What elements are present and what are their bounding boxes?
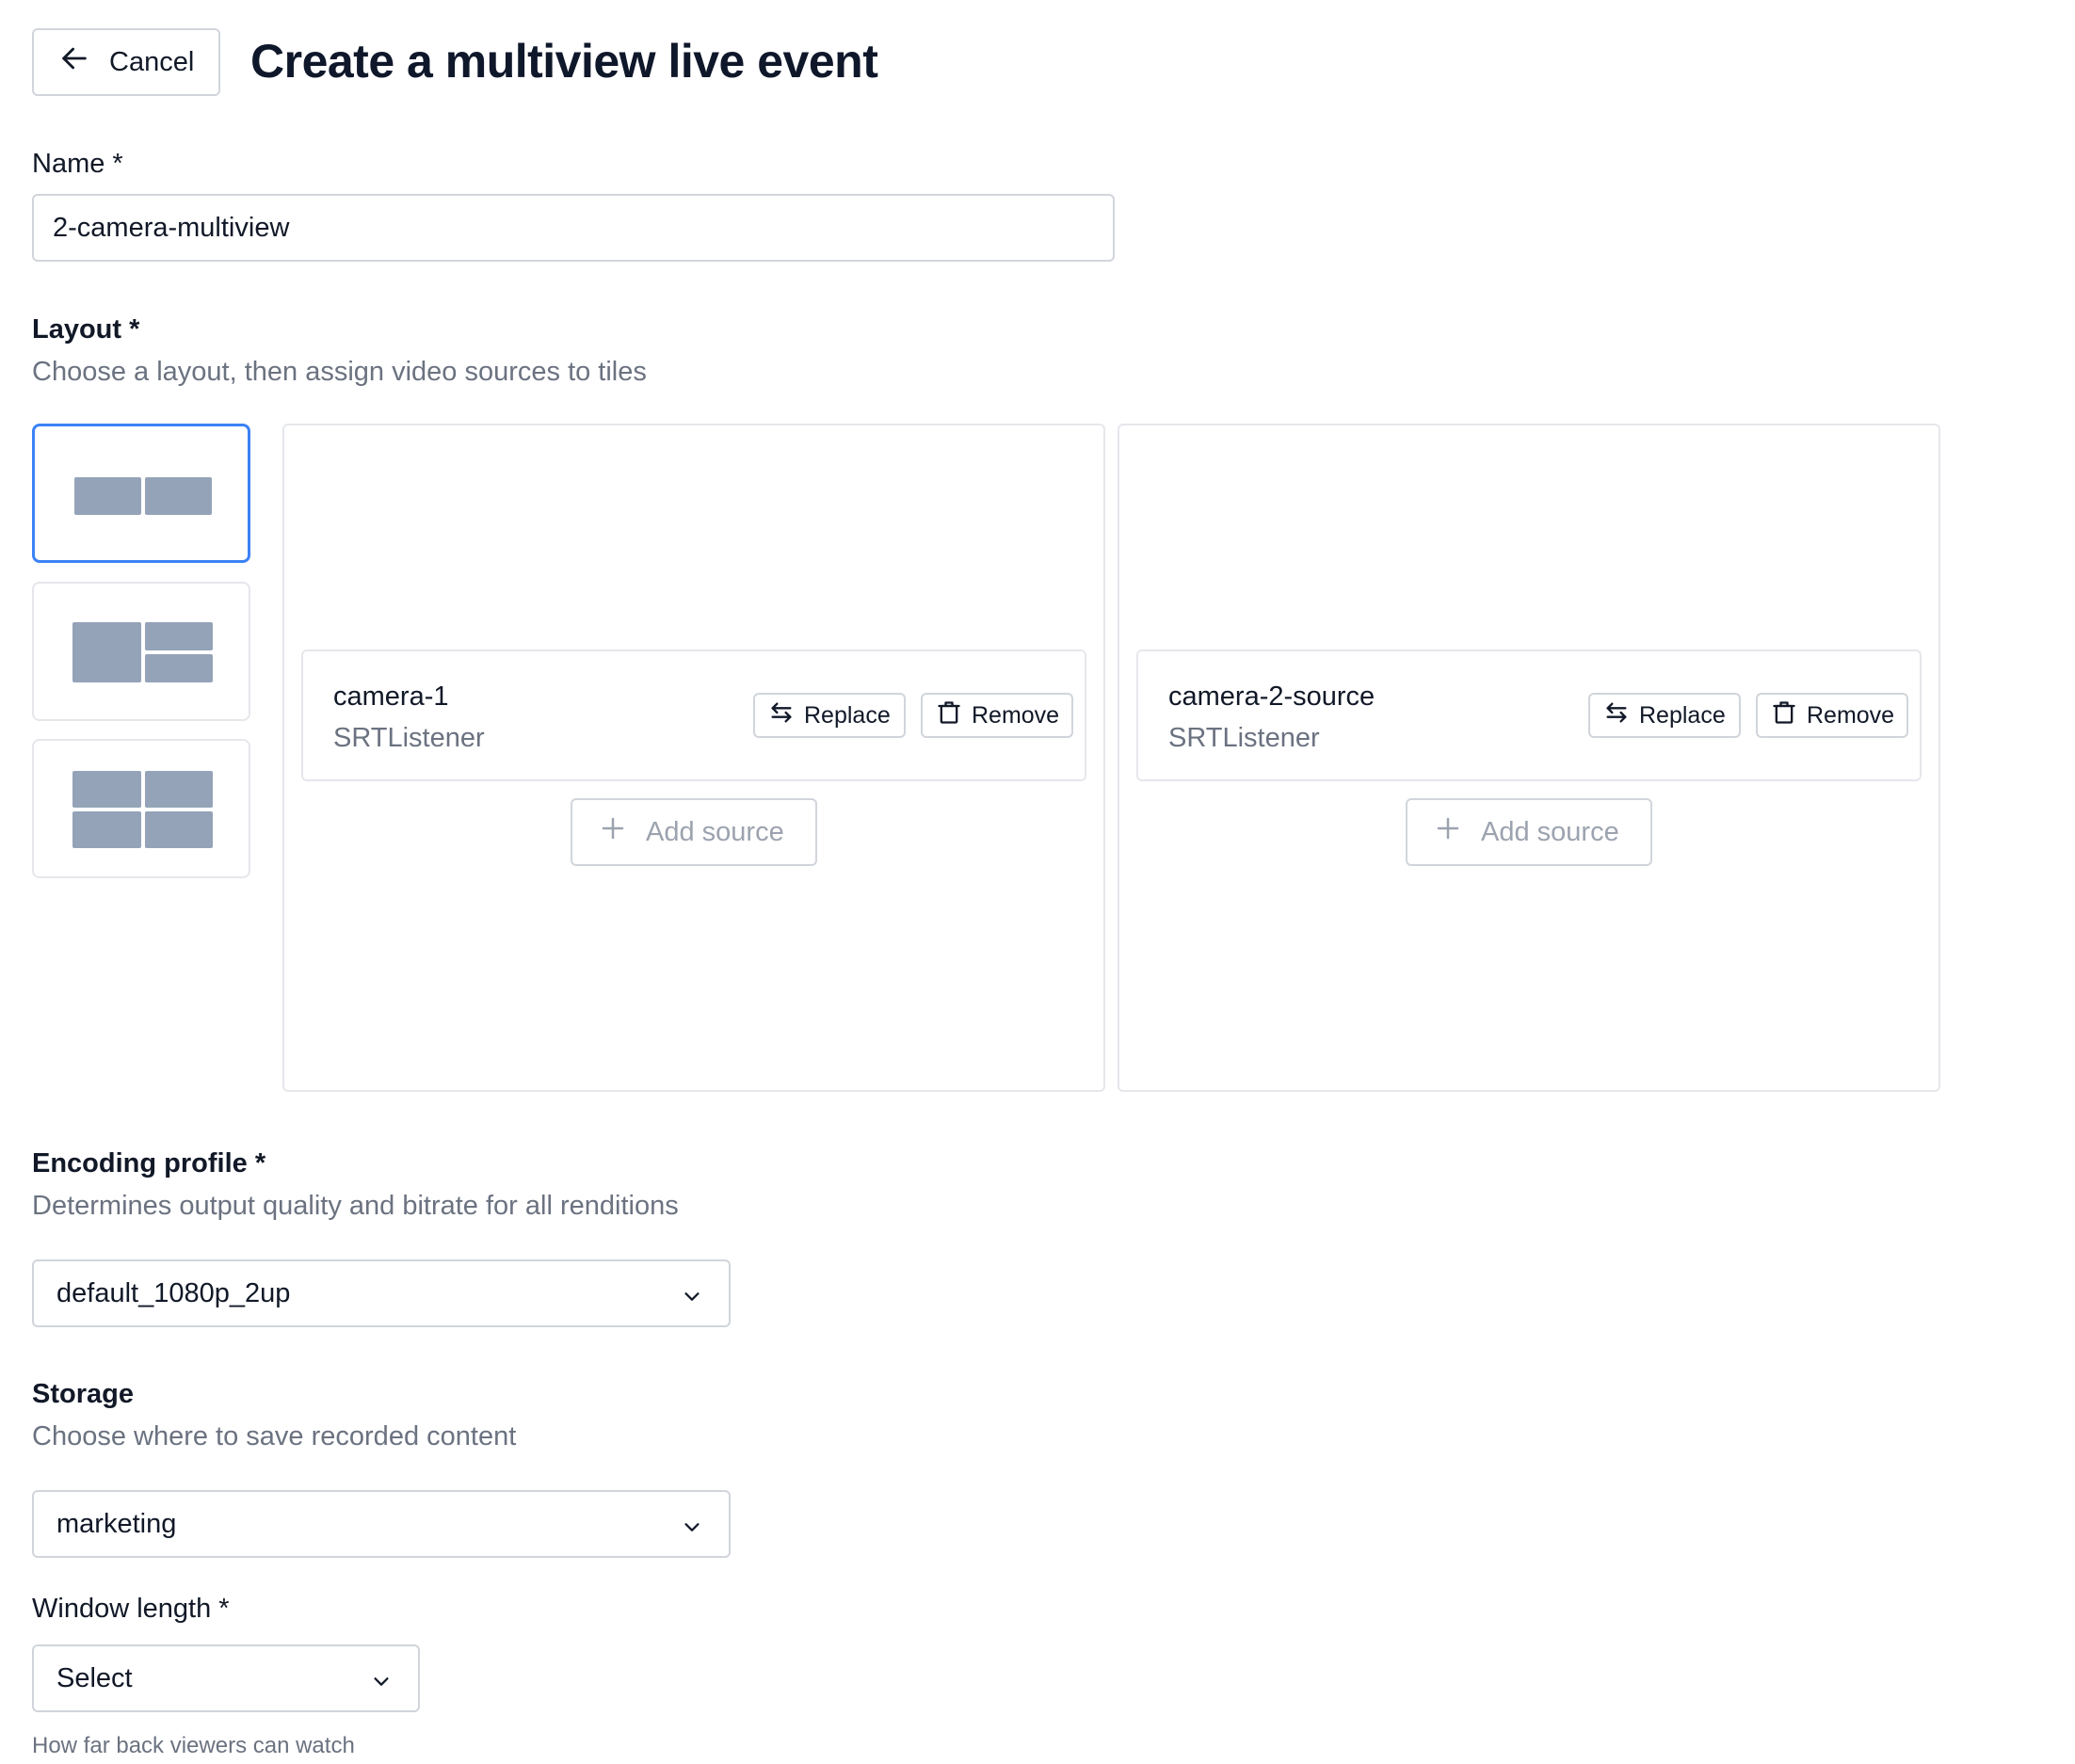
window-length-label: Window length * (32, 1594, 230, 1624)
layout-block (145, 654, 213, 682)
swap-arrows-icon (768, 699, 795, 732)
source-type: SRTListener (333, 723, 485, 753)
source-name: camera-1 (333, 682, 449, 712)
name-input-value: 2-camera-multiview (53, 212, 290, 243)
add-source-label: Add source (646, 816, 784, 847)
layout-block (145, 771, 213, 808)
storage-hint: Choose where to save recorded content (32, 1421, 517, 1451)
storage-value: marketing (56, 1508, 177, 1539)
replace-label: Replace (804, 701, 891, 729)
encoding-profile-hint: Determines output quality and bitrate fo… (32, 1191, 679, 1221)
add-source-button[interactable]: Add source (1406, 798, 1652, 866)
plus-icon (599, 814, 627, 850)
layout-block (72, 622, 141, 682)
layout-tile-1: camera-1 SRTListener Replace Remove Add … (282, 424, 1105, 1092)
remove-button[interactable]: Remove (1756, 693, 1908, 738)
replace-button[interactable]: Replace (753, 693, 906, 738)
encoding-profile-select[interactable]: default_1080p_2up (32, 1259, 731, 1327)
encoding-profile-value: default_1080p_2up (56, 1277, 291, 1308)
add-source-button[interactable]: Add source (571, 798, 817, 866)
window-length-select[interactable]: Select (32, 1644, 420, 1712)
layout-block (72, 811, 141, 848)
plus-icon (1434, 814, 1462, 850)
layout-option-2x2[interactable] (32, 739, 250, 878)
layout-block (145, 477, 212, 515)
layout-option-2up[interactable] (32, 424, 250, 563)
source-name: camera-2-source (1168, 682, 1375, 712)
storage-select[interactable]: marketing (32, 1490, 731, 1558)
swap-arrows-icon (1603, 699, 1630, 732)
layout-option-1-plus-2[interactable] (32, 582, 250, 721)
remove-button[interactable]: Remove (921, 693, 1073, 738)
cancel-label: Cancel (109, 46, 195, 77)
layout-block (145, 811, 213, 848)
storage-label: Storage (32, 1379, 134, 1409)
remove-label: Remove (972, 701, 1060, 729)
window-length-hint: How far back viewers can watch (32, 1733, 355, 1758)
create-multiview-page: Cancel Create a multiview live event Nam… (0, 0, 2075, 1764)
layout-block (72, 771, 141, 808)
page-title: Create a multiview live event (250, 35, 878, 88)
remove-label: Remove (1807, 701, 1895, 729)
layout-block (74, 477, 141, 515)
source-card: camera-1 SRTListener Replace Remove (301, 649, 1086, 781)
layout-label: Layout * (32, 314, 140, 345)
cancel-button[interactable]: Cancel (32, 28, 220, 96)
replace-label: Replace (1639, 701, 1726, 729)
trash-icon (936, 699, 962, 732)
layout-tile-2: camera-2-source SRTListener Replace Remo… (1118, 424, 1940, 1092)
add-source-label: Add source (1481, 816, 1619, 847)
trash-icon (1771, 699, 1797, 732)
encoding-profile-label: Encoding profile * (32, 1148, 266, 1179)
source-card: camera-2-source SRTListener Replace Remo… (1136, 649, 1922, 781)
arrow-left-icon (58, 42, 90, 82)
replace-button[interactable]: Replace (1588, 693, 1741, 738)
source-type: SRTListener (1168, 723, 1320, 753)
layout-hint: Choose a layout, then assign video sourc… (32, 357, 647, 387)
name-input[interactable]: 2-camera-multiview (32, 194, 1115, 262)
layout-block (145, 622, 213, 650)
window-length-value: Select (56, 1662, 133, 1693)
name-label: Name * (32, 149, 123, 179)
